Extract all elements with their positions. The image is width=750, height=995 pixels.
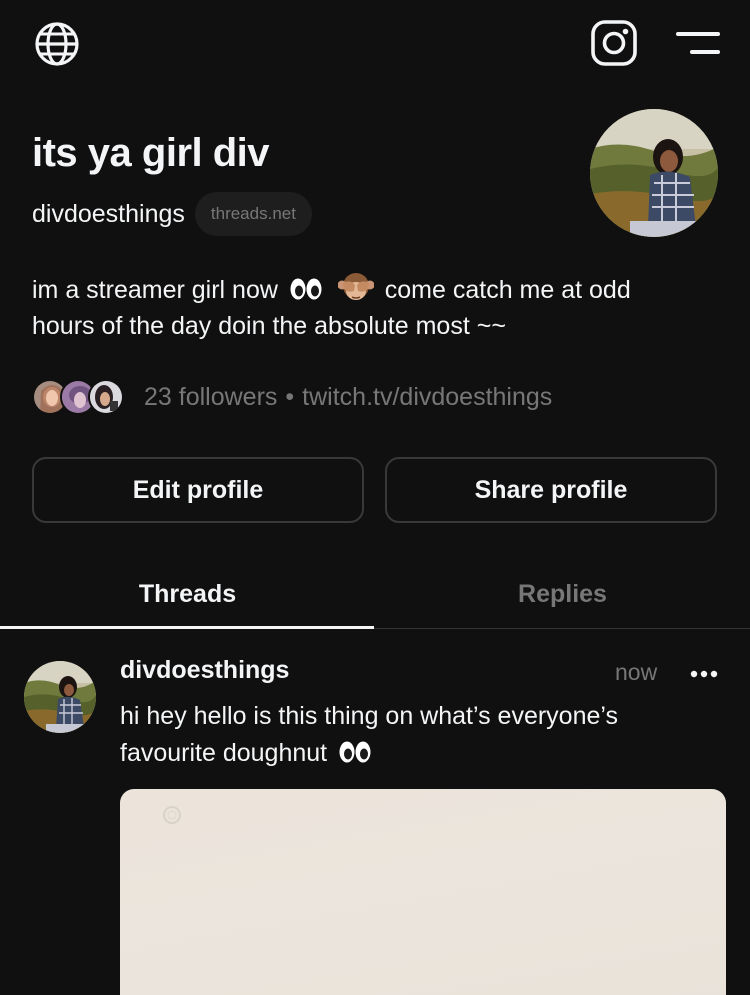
menu-icon[interactable] [676,30,720,56]
profile-handle: divdoesthings [32,199,185,228]
image-ring-detail-icon [163,806,181,824]
follower-avatar [88,379,124,415]
instagram-icon[interactable] [590,19,638,67]
globe-icon[interactable] [34,21,80,67]
post-timestamp: now [615,659,658,685]
post-username[interactable]: divdoesthings [120,656,289,685]
eyes-emoji-icon [290,278,322,300]
bio-text-start: im a streamer girl now [32,276,278,304]
follower-avatars [32,377,132,417]
threads-profile-screen: its ya girl div divdoesthings threads.ne… [0,0,750,995]
tab-threads[interactable]: Threads [0,560,375,628]
top-bar [0,0,750,90]
separator-dot: • [285,382,295,411]
profile-bio: im a streamer girl now come catch me at … [32,271,692,344]
profile-link[interactable]: twitch.tv/divdoesthings [302,383,552,412]
post-image[interactable] [120,789,726,995]
see-no-evil-monkey-emoji-icon [337,273,374,300]
active-tab-indicator [0,626,374,629]
post-body: hi hey hello is this thing on what’s eve… [120,698,710,772]
edit-profile-button[interactable]: Edit profile [32,457,364,523]
eyes-emoji-icon [339,741,371,763]
domain-badge[interactable]: threads.net [194,192,312,236]
profile-display-name: its ya girl div [32,131,270,175]
followers-row[interactable]: 23 followers • twitch.tv/divdoesthings [32,376,552,418]
profile-avatar[interactable] [590,109,718,237]
handle-row: divdoesthings threads.net [32,192,312,236]
more-options-icon[interactable] [690,670,718,678]
followers-count[interactable]: 23 followers [144,383,277,412]
post-author-avatar[interactable] [24,661,96,733]
share-profile-button[interactable]: Share profile [385,457,717,523]
tab-replies[interactable]: Replies [375,560,750,628]
